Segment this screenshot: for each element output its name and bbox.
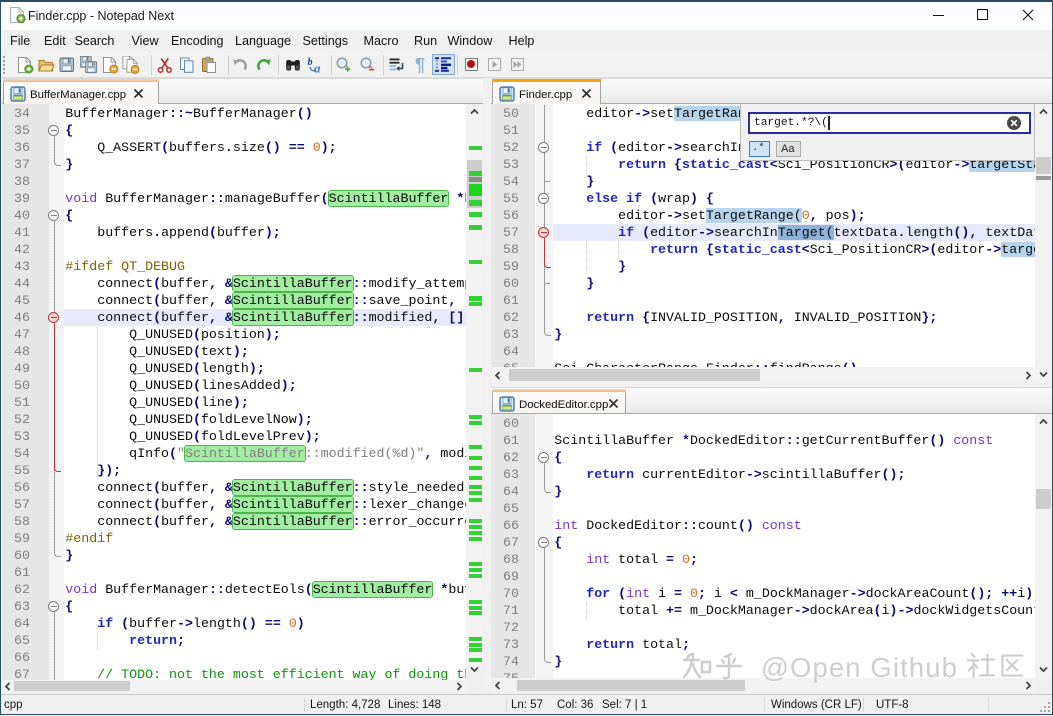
svg-text:a: a xyxy=(314,61,321,75)
svg-text:b: b xyxy=(308,57,313,68)
